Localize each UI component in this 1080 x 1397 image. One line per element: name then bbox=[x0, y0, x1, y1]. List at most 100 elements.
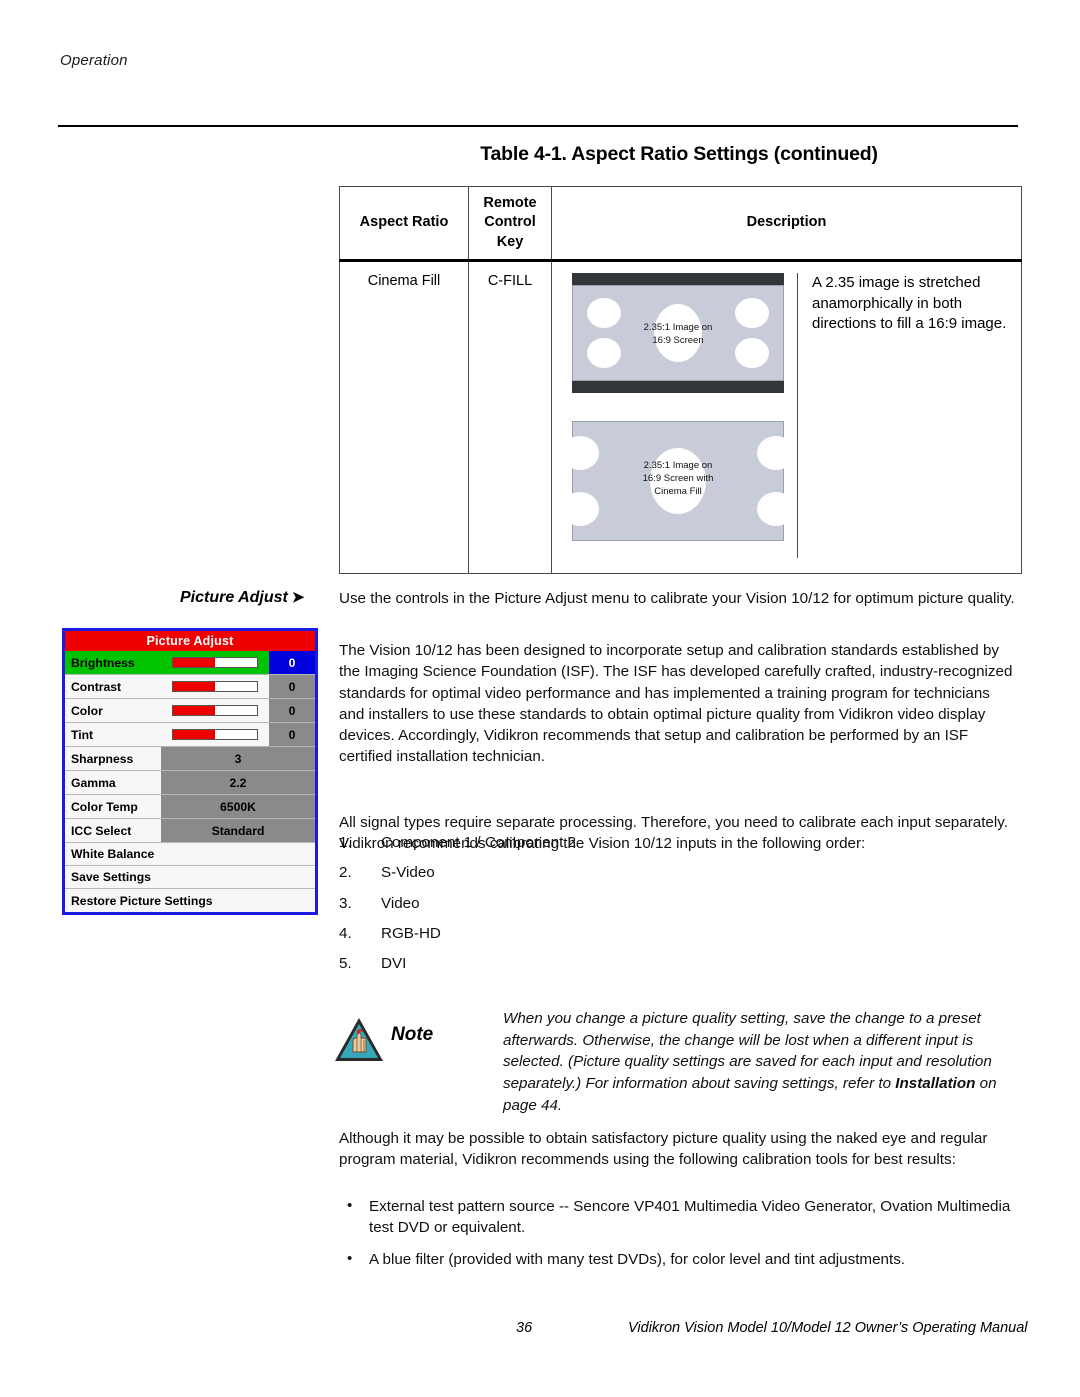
list-item-label: DVI bbox=[381, 955, 407, 973]
osd-slider-tint[interactable] bbox=[161, 723, 269, 746]
remote-key-line-1: Remote bbox=[483, 195, 537, 212]
running-head: Operation bbox=[60, 52, 128, 69]
list-item-label: RGB-HD bbox=[381, 924, 441, 942]
list-item-label: Video bbox=[381, 894, 420, 912]
slider-track[interactable] bbox=[172, 729, 258, 740]
osd-value-gamma: 2.2 bbox=[161, 771, 315, 794]
section-side-label: Picture Adjust ➤ bbox=[180, 588, 304, 607]
right-arrow-icon: ➤ bbox=[291, 589, 305, 606]
list-item-number: 3. bbox=[339, 894, 352, 912]
column-header-description: Description bbox=[551, 186, 1022, 262]
note-label: Note bbox=[391, 1024, 434, 1045]
calibration-tools-list-wrap: • External test pattern source -- Sencore… bbox=[339, 1196, 1019, 1280]
paragraph-intro: Use the controls in the Picture Adjust m… bbox=[339, 590, 1015, 607]
list-item-number: 5. bbox=[339, 955, 352, 973]
osd-slider-brightness[interactable] bbox=[161, 651, 269, 674]
picture-adjust-osd-menu[interactable]: Picture Adjust Brightness 0 Contrast 0 C… bbox=[62, 628, 318, 915]
diagram-column: 2.35:1 Image on 16:9 Screen 2.35:1 Image… bbox=[552, 273, 797, 558]
header-rule bbox=[58, 125, 1018, 127]
list-item: 4. RGB-HD bbox=[339, 923, 1019, 944]
osd-row-save-settings[interactable]: Save Settings bbox=[65, 866, 315, 889]
bullet-icon: • bbox=[347, 1249, 353, 1267]
slider-track[interactable] bbox=[172, 657, 258, 668]
diagram-2-label-line-1: 2.35:1 Image on bbox=[643, 460, 713, 471]
paragraph-calibration-tools: Although it may be possible to obtain sa… bbox=[339, 1130, 988, 1169]
osd-label-white-balance: White Balance bbox=[71, 847, 155, 861]
diagram-2-label-line-2: 16:9 Screen with bbox=[642, 472, 714, 484]
note-triangle-icon bbox=[335, 1018, 383, 1061]
osd-value-color: 0 bbox=[269, 699, 315, 722]
osd-value-icc-select: Standard bbox=[161, 819, 315, 842]
aspect-ratio-settings-table: Aspect Ratio Remote Control Key Descript… bbox=[339, 186, 1022, 574]
osd-row-gamma[interactable]: Gamma 2.2 bbox=[65, 771, 315, 795]
footer-page-number: 36 bbox=[516, 1320, 533, 1336]
osd-row-restore-picture-settings[interactable]: Restore Picture Settings bbox=[65, 889, 315, 912]
note-text: When you change a picture quality settin… bbox=[503, 1008, 1023, 1117]
list-item: 1. Component 1 / Component 2 bbox=[339, 832, 1019, 853]
osd-row-contrast[interactable]: Contrast 0 bbox=[65, 675, 315, 699]
list-item-number: 2. bbox=[339, 864, 352, 882]
column-header-aspect-ratio: Aspect Ratio bbox=[339, 186, 469, 262]
osd-label-color-temp: Color Temp bbox=[71, 799, 138, 814]
diagram-1-label-line-2: 16:9 Screen bbox=[652, 334, 704, 346]
note-warning-icon bbox=[333, 1016, 385, 1064]
slider-fill bbox=[173, 730, 215, 739]
table-title: Table 4-1. Aspect Ratio Settings (contin… bbox=[480, 143, 878, 165]
osd-row-brightness[interactable]: Brightness 0 bbox=[65, 651, 315, 675]
slider-track[interactable] bbox=[172, 681, 258, 692]
osd-row-color-temp[interactable]: Color Temp 6500K bbox=[65, 795, 315, 819]
calibration-order-list-wrap: 1. Component 1 / Component 2 2. S-Video 3.… bbox=[339, 832, 1019, 983]
osd-slider-color[interactable] bbox=[161, 699, 269, 722]
osd-row-icc-select[interactable]: ICC Select Standard bbox=[65, 819, 315, 843]
remote-key-line-3: Key bbox=[496, 233, 524, 250]
slider-track[interactable] bbox=[172, 705, 258, 716]
osd-title: Picture Adjust bbox=[65, 631, 315, 651]
cell-aspect-ratio: Cinema Fill bbox=[339, 260, 469, 574]
osd-label-gamma: Gamma bbox=[71, 775, 116, 790]
osd-value-contrast: 0 bbox=[269, 675, 315, 698]
calibration-order-list: 1. Component 1 / Component 2 2. S-Video 3.… bbox=[339, 832, 1019, 974]
list-item-label: Component 1 / Component 2 bbox=[381, 834, 577, 851]
table-row: Cinema Fill C-FILL 2.35:1 Image on 16:9 … bbox=[339, 260, 1022, 574]
list-item: • A blue filter (provided with many test … bbox=[339, 1249, 1019, 1270]
diagram-235-on-169-screen: 2.35:1 Image on 16:9 Screen bbox=[572, 273, 784, 393]
section-side-label-text: Picture Adjust bbox=[180, 589, 288, 606]
osd-label-save-settings: Save Settings bbox=[71, 870, 151, 884]
diagram-2-panel: 2.35:1 Image on 16:9 Screen with Cinema … bbox=[561, 421, 795, 541]
osd-row-color[interactable]: Color 0 bbox=[65, 699, 315, 723]
paragraph-isf: The Vision 10/12 has been designed to in… bbox=[339, 642, 1013, 766]
osd-value-tint: 0 bbox=[269, 723, 315, 746]
slider-fill bbox=[173, 682, 215, 691]
list-item: • External test pattern source -- Sencore… bbox=[339, 1196, 1019, 1239]
list-item: 2. S-Video bbox=[339, 862, 1019, 883]
diagram-1-label: 2.35:1 Image on 16:9 Screen bbox=[573, 322, 783, 348]
list-item: 5. DVI bbox=[339, 953, 1019, 974]
column-header-remote-control-key: Remote Control Key bbox=[468, 186, 552, 262]
list-item-number: 4. bbox=[339, 924, 352, 942]
calibration-tools-list: • External test pattern source -- Sencore… bbox=[339, 1196, 1019, 1270]
footer-manual-title: Vidikron Vision Model 10/Model 12 Owner’… bbox=[628, 1320, 1028, 1336]
diagram-235-on-169-screen-with-cinema-fill: 2.35:1 Image on 16:9 Screen with Cinema … bbox=[561, 421, 795, 541]
cell-description: 2.35:1 Image on 16:9 Screen 2.35:1 Image… bbox=[551, 260, 1022, 574]
osd-row-tint[interactable]: Tint 0 bbox=[65, 723, 315, 747]
slider-fill bbox=[173, 706, 215, 715]
osd-row-white-balance[interactable]: White Balance bbox=[65, 843, 315, 866]
osd-label-sharpness: Sharpness bbox=[71, 751, 134, 766]
cell-remote-key: C-FILL bbox=[468, 260, 552, 574]
osd-row-sharpness[interactable]: Sharpness 3 bbox=[65, 747, 315, 771]
osd-label-restore-picture-settings: Restore Picture Settings bbox=[71, 893, 213, 908]
remote-key-line-2: Control bbox=[484, 214, 536, 231]
diagram-2-label: 2.35:1 Image on 16:9 Screen with Cinema … bbox=[573, 460, 783, 498]
diagram-2-label-line-3: Cinema Fill bbox=[654, 485, 702, 497]
list-item-number: 1. bbox=[339, 834, 352, 851]
diagram-1-panel: 2.35:1 Image on 16:9 Screen bbox=[572, 285, 784, 381]
osd-slider-contrast[interactable] bbox=[161, 675, 269, 698]
list-item-label: External test pattern source -- Sencore … bbox=[369, 1198, 1011, 1237]
bullet-icon: • bbox=[347, 1197, 353, 1214]
osd-label-color: Color bbox=[71, 703, 103, 718]
list-item-label: S-Video bbox=[381, 864, 435, 882]
osd-value-sharpness: 3 bbox=[161, 747, 315, 770]
osd-label-tint: Tint bbox=[71, 727, 94, 742]
slider-fill bbox=[173, 658, 215, 667]
osd-value-brightness: 0 bbox=[269, 651, 315, 674]
